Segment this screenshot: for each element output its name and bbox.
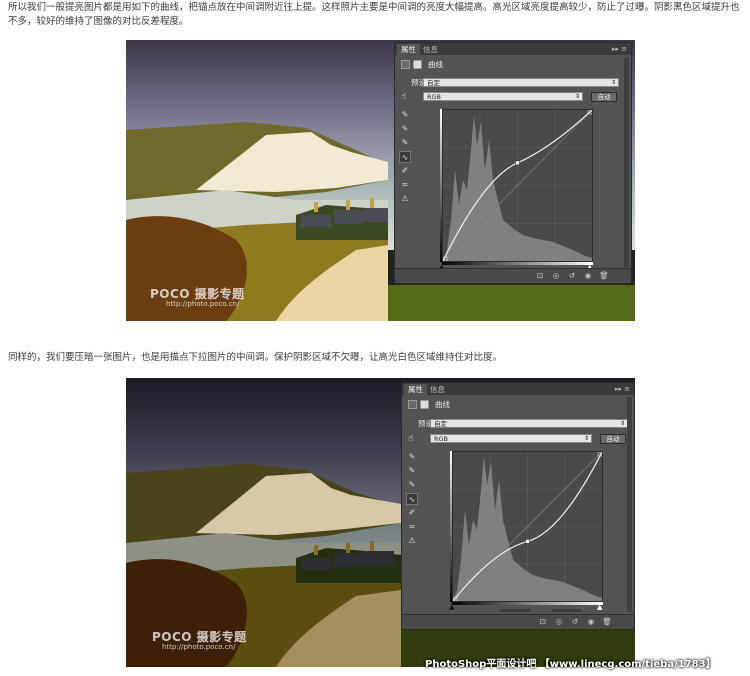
channel-dropdown[interactable]: RGB ⇕ [430, 434, 592, 443]
paragraph-brighten: 所以我们一般提亮图片都是用如下的曲线，把锚点放在中间调附近往上提。这样照片主要是… [8, 2, 740, 27]
trash-icon[interactable]: 🗑 [602, 617, 612, 627]
curves-adjustment-icon [401, 59, 410, 69]
eyedropper-gray-icon[interactable]: ✎ [406, 465, 418, 477]
trash-icon[interactable]: 🗑 [599, 271, 609, 281]
preset-value: 自定 [434, 420, 447, 428]
curve-point-icon[interactable]: ∿ [399, 151, 411, 163]
dropdown-arrow-icon: ⇕ [610, 79, 616, 86]
clipping-warning-icon[interactable]: ⚠ [406, 535, 418, 547]
curves-adjustment-icon [408, 399, 417, 409]
panel-scrollbar[interactable] [624, 57, 629, 267]
paragraph-darken: 同样的，我们要压暗一张图片，也是用描点下拉图片的中间调。保护阴影区域不欠曝，让高… [8, 352, 503, 363]
clip-to-layer-icon[interactable]: ⊡ [538, 617, 548, 627]
channel-row: ☝ [408, 433, 413, 444]
channel-value: RGB [434, 435, 449, 443]
view-previous-icon[interactable]: ◎ [551, 271, 561, 281]
auto-button[interactable]: 自动 [600, 434, 626, 444]
curve-tools: ✎ ✎ ✎ ∿ ✐ ≈ ⚠ [399, 109, 411, 207]
channel-dropdown[interactable]: RGB ⇕ [423, 92, 583, 101]
clip-to-layer-icon[interactable]: ⊡ [535, 271, 545, 281]
pencil-icon[interactable]: ✐ [399, 165, 411, 177]
eyedropper-black-icon[interactable]: ✎ [406, 451, 418, 463]
layer-mask-icon[interactable] [413, 59, 422, 69]
preset-dropdown[interactable]: 自定 ⇕ [430, 419, 628, 428]
screenshot-brighten: POCO 摄影专题 http://photo.poco.cn/ 属性 信息 ▸▸… [126, 40, 635, 321]
pencil-icon[interactable]: ✐ [406, 507, 418, 519]
view-previous-icon[interactable]: ◎ [554, 617, 564, 627]
tab-properties[interactable]: 属性 [397, 44, 420, 55]
smooth-icon[interactable]: ≈ [406, 521, 418, 533]
panel-tab-bar: 属性 信息 ▸▸ ≡ [395, 43, 631, 55]
panel-title: 曲线 [435, 399, 450, 409]
panel-menu-icon[interactable]: ▸▸ ≡ [612, 43, 627, 55]
panel-bottom-bar: ⊡ ◎ ↺ ◉ 🗑 [395, 268, 631, 283]
visibility-icon[interactable]: ◉ [583, 271, 593, 281]
preset-dropdown[interactable]: 自定 ⇕ [423, 78, 619, 87]
auto-button[interactable]: 自动 [591, 92, 617, 102]
reset-icon[interactable]: ↺ [570, 617, 580, 627]
watermark-url: http://photo.poco.cn/ [162, 643, 236, 651]
eyedropper-white-icon[interactable]: ✎ [399, 137, 411, 149]
dropdown-arrow-icon: ⇕ [583, 435, 589, 442]
footer-watermark: PhotoShop平面设计吧 【www.linecg.com/tieba/178… [425, 659, 716, 670]
panel-menu-icon[interactable]: ▸▸ ≡ [615, 383, 630, 395]
visibility-icon[interactable]: ◉ [586, 617, 596, 627]
clipping-warning-icon[interactable]: ⚠ [399, 193, 411, 205]
input-value-field[interactable] [500, 609, 530, 612]
tab-info[interactable]: 信息 [419, 44, 442, 55]
panel-header: 曲线 [408, 398, 450, 410]
dropdown-arrow-icon: ⇕ [619, 420, 625, 427]
channel-value: RGB [427, 93, 442, 101]
reset-icon[interactable]: ↺ [567, 271, 577, 281]
tab-properties[interactable]: 属性 [404, 384, 427, 395]
eyedropper-black-icon[interactable]: ✎ [399, 109, 411, 121]
panel-header: 曲线 [401, 58, 443, 70]
curve-graph-svg [442, 109, 593, 262]
output-gradient-bar [450, 451, 452, 602]
panel-scrollbar[interactable] [627, 397, 632, 612]
layer-mask-icon[interactable] [420, 399, 429, 409]
output-value-field[interactable] [552, 609, 582, 612]
watermark-url: http://photo.poco.cn/ [166, 300, 240, 308]
curve-point-icon[interactable]: ∿ [406, 493, 418, 505]
dropdown-arrow-icon: ⇕ [574, 93, 580, 100]
output-gradient-bar [440, 109, 442, 262]
panel-bottom-bar: ⊡ ◎ ↺ ◉ 🗑 [402, 614, 634, 629]
curves-properties-panel: 属性 信息 ▸▸ ≡ 曲线 预设: 自定 ⇕ ☝ RGB ⇕ 自动 ✎ ✎ ✎ ∿ … [401, 382, 635, 630]
curves-properties-panel: 属性 信息 ▸▸ ≡ 曲线 预设: 自定 ⇕ ☝ RGB ⇕ 自动 ✎ ✎ ✎ ∿ … [394, 42, 632, 284]
smooth-icon[interactable]: ≈ [399, 179, 411, 191]
eyedropper-gray-icon[interactable]: ✎ [399, 123, 411, 135]
curve-tools: ✎ ✎ ✎ ∿ ✐ ≈ ⚠ [406, 451, 418, 549]
curve-graph[interactable] [442, 109, 593, 262]
curve-graph-svg [452, 451, 603, 602]
tab-info[interactable]: 信息 [426, 384, 449, 395]
panel-title: 曲线 [428, 59, 443, 69]
preset-value: 自定 [427, 79, 440, 87]
curve-graph[interactable] [452, 451, 603, 602]
input-gradient-bar [452, 602, 603, 605]
hand-target-icon[interactable]: ☝ [401, 92, 406, 102]
hand-target-icon[interactable]: ☝ [408, 434, 413, 444]
eyedropper-white-icon[interactable]: ✎ [406, 479, 418, 491]
channel-row: ☝ [401, 91, 406, 102]
panel-tab-bar: 属性 信息 ▸▸ ≡ [402, 383, 634, 395]
black-point-slider-icon[interactable]: ▲ [449, 603, 454, 611]
screenshot-darken: POCO 摄影专题 http://photo.poco.cn/ 属性 信息 ▸▸… [126, 378, 635, 667]
input-gradient-bar [442, 262, 593, 265]
white-point-slider-icon[interactable]: ▲ [597, 603, 602, 611]
